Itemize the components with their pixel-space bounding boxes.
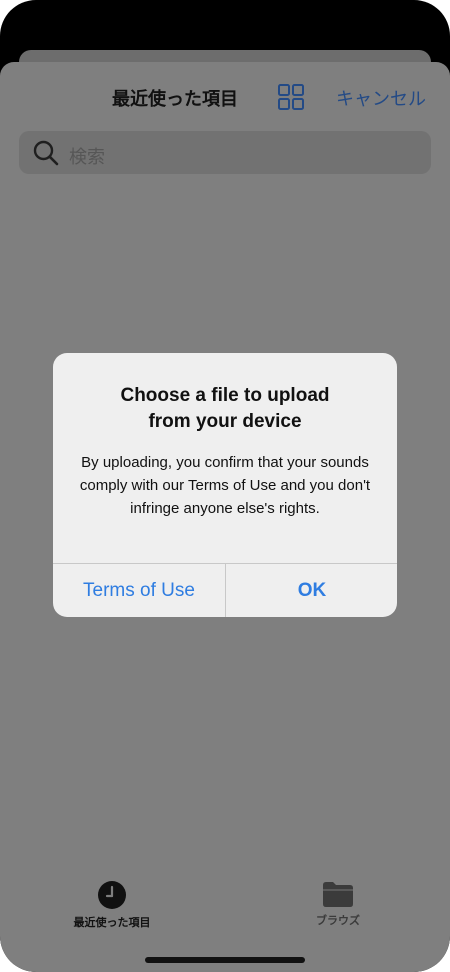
cancel-button[interactable]: キャンセル <box>336 85 426 111</box>
tab-browse[interactable]: ブラウズ <box>283 880 393 928</box>
tab-browse-label: ブラウズ <box>316 914 360 927</box>
search-bar[interactable]: 検索 <box>19 131 431 174</box>
alert-message: By uploading, you confirm that your soun… <box>79 454 371 517</box>
grid-view-button[interactable] <box>278 84 304 110</box>
tab-recents-label: 最近使った項目 <box>73 916 151 929</box>
device-frame: 最近使った項目 キャンセル 検索 最近使った項目 ブラウズ Choose a f… <box>0 0 450 972</box>
upload-alert-dialog: Choose a file to upload from your device… <box>53 353 397 617</box>
folder-icon <box>323 882 353 907</box>
search-icon <box>33 140 59 166</box>
navigation-bar: 最近使った項目 キャンセル <box>0 62 450 132</box>
home-indicator[interactable] <box>145 957 305 963</box>
search-input[interactable]: 検索 <box>69 143 105 169</box>
clock-icon <box>98 881 126 909</box>
alert-title: Choose a file to upload from your device <box>53 383 397 435</box>
terms-of-use-button[interactable]: Terms of Use <box>53 564 225 617</box>
tab-recents[interactable]: 最近使った項目 <box>57 880 167 930</box>
ok-button[interactable]: OK <box>226 564 397 617</box>
grid-icon <box>278 84 304 110</box>
alert-title-line-1: Choose a file to upload <box>120 385 330 406</box>
alert-title-line-2: from your device <box>148 411 302 432</box>
page-title: 最近使った項目 <box>112 89 238 110</box>
